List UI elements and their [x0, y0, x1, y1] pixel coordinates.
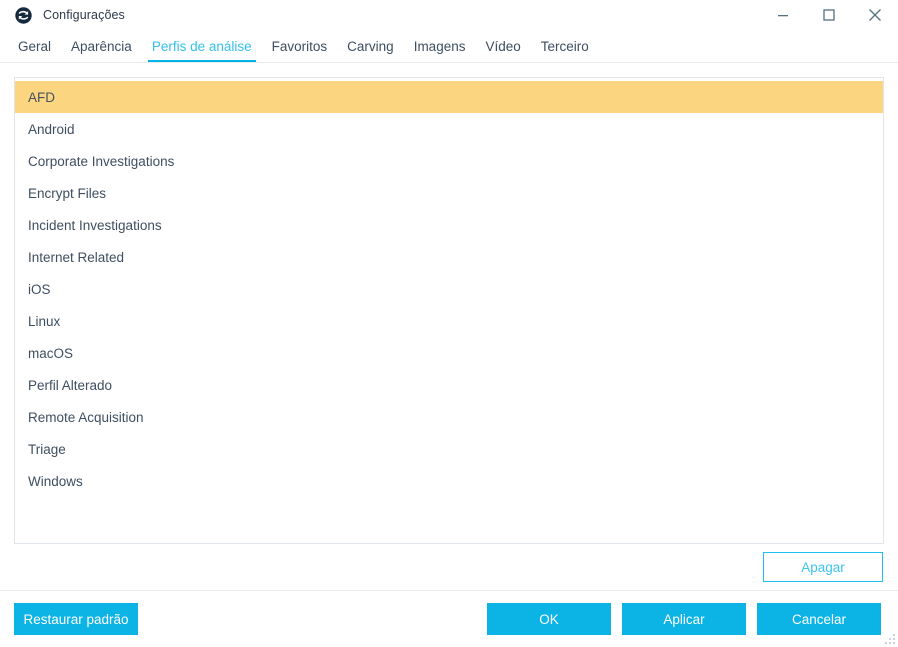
list-item[interactable]: Triage	[15, 433, 883, 465]
tab-label: Aparência	[71, 39, 132, 54]
cancel-button[interactable]: Cancelar	[757, 603, 881, 635]
list-item-label: Corporate Investigations	[28, 153, 175, 169]
tab-perfis-de-analise[interactable]: Perfis de análise	[142, 30, 262, 63]
tab-geral[interactable]: Geral	[8, 30, 61, 63]
footer-action-group: OK Aplicar Cancelar	[487, 603, 881, 635]
list-item-label: Triage	[28, 441, 66, 457]
close-icon	[869, 9, 881, 21]
list-item-label: Perfil Alterado	[28, 377, 113, 393]
tab-imagens[interactable]: Imagens	[404, 30, 476, 63]
close-button[interactable]	[852, 0, 898, 30]
restore-defaults-button[interactable]: Restaurar padrão	[14, 603, 138, 635]
app-logo-icon	[15, 6, 32, 24]
tab-label: Terceiro	[540, 39, 589, 54]
minimize-icon	[778, 15, 788, 17]
list-item[interactable]: Internet Related	[15, 241, 883, 273]
list-item-label: Android	[28, 121, 75, 137]
list-item-label: macOS	[28, 345, 74, 361]
list-item[interactable]: iOS	[15, 273, 883, 305]
list-item-label: Incident Investigations	[28, 217, 162, 233]
list-item[interactable]: Encrypt Files	[15, 177, 883, 209]
maximize-icon	[823, 9, 835, 21]
settings-body: AFD Android Corporate Investigations Enc…	[0, 63, 898, 590]
list-item[interactable]: macOS	[15, 337, 883, 369]
tab-label: Vídeo	[485, 39, 521, 54]
tab-aparencia[interactable]: Aparência	[61, 30, 142, 63]
title-bar: Configurações	[0, 0, 898, 30]
resize-grip[interactable]	[882, 631, 895, 644]
list-item[interactable]: Corporate Investigations	[15, 145, 883, 177]
ok-button[interactable]: OK	[487, 603, 611, 635]
tab-bar: Geral Aparência Perfis de análise Favori…	[0, 30, 898, 63]
tab-favoritos[interactable]: Favoritos	[262, 30, 338, 63]
apply-button[interactable]: Aplicar	[622, 603, 746, 635]
tab-carving[interactable]: Carving	[337, 30, 404, 63]
tab-label: Carving	[347, 39, 394, 54]
list-item[interactable]: Remote Acquisition	[15, 401, 883, 433]
list-item[interactable]: AFD	[15, 81, 883, 113]
list-item[interactable]: Android	[15, 113, 883, 145]
delete-button-row: Apagar	[14, 544, 884, 590]
delete-profile-button[interactable]: Apagar	[763, 552, 883, 582]
window-controls	[760, 0, 898, 30]
analysis-profile-list[interactable]: AFD Android Corporate Investigations Enc…	[14, 77, 884, 544]
settings-window: Configurações Geral Aparência Perfis de …	[0, 0, 898, 647]
list-item-label: AFD	[28, 89, 55, 105]
list-item-label: Linux	[28, 313, 61, 329]
minimize-button[interactable]	[760, 0, 806, 30]
list-item[interactable]: Windows	[15, 465, 883, 497]
tab-video[interactable]: Vídeo	[475, 30, 530, 63]
tab-terceiro[interactable]: Terceiro	[531, 30, 599, 63]
tab-label: Perfis de análise	[151, 39, 252, 54]
list-item[interactable]: Perfil Alterado	[15, 369, 883, 401]
maximize-button[interactable]	[806, 0, 852, 30]
list-item-label: Encrypt Files	[28, 185, 107, 201]
footer-bar: Restaurar padrão OK Aplicar Cancelar	[0, 591, 898, 647]
list-item-label: Windows	[28, 473, 83, 489]
tab-label: Geral	[18, 39, 52, 54]
list-item[interactable]: Incident Investigations	[15, 209, 883, 241]
list-item[interactable]: Linux	[15, 305, 883, 337]
list-item-label: Internet Related	[28, 249, 125, 265]
list-item-label: iOS	[28, 281, 51, 297]
tab-label: Favoritos	[271, 39, 328, 54]
list-item-label: Remote Acquisition	[28, 409, 144, 425]
window-title: Configurações	[43, 8, 125, 22]
tab-label: Imagens	[413, 39, 466, 54]
